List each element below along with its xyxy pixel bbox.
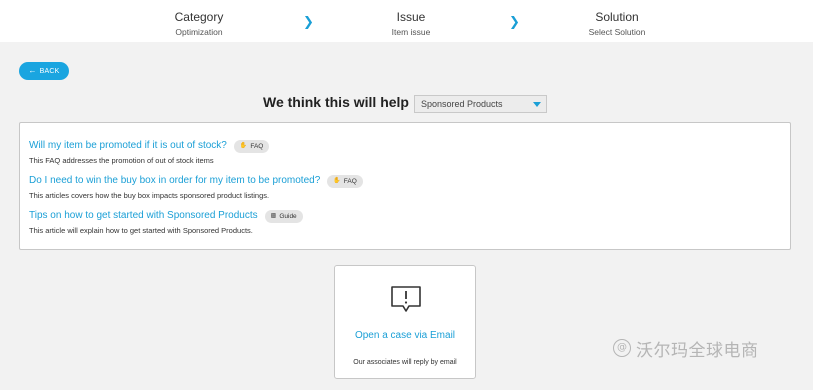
progress-stepper: Category Optimization ❯ Issue Item issue…	[0, 0, 813, 42]
step-title: Solution	[595, 10, 639, 24]
thumbs-icon: ✋	[239, 142, 248, 149]
article-description: This articles covers how the buy box imp…	[29, 191, 270, 200]
guide-icon: ▩	[270, 212, 277, 219]
step-subtitle: Optimization	[175, 27, 223, 37]
arrow-left-icon: ←	[28, 66, 37, 75]
watermark-logo-icon: @	[613, 339, 631, 357]
article-link[interactable]: Tips on how to get started with Sponsore…	[29, 209, 258, 223]
step-subtitle: Item issue	[391, 27, 431, 37]
list-item: Do I need to win the buy box in order fo…	[29, 173, 363, 201]
guide-badge: ▩ Guide	[264, 209, 303, 223]
chevron-right-icon: ❯	[509, 14, 520, 29]
step-title: Category	[174, 10, 224, 24]
chevron-right-icon: ❯	[303, 14, 314, 29]
product-select-value: Sponsored Products	[421, 99, 503, 109]
step-subtitle: Select Solution	[588, 27, 646, 37]
badge-label: FAQ	[250, 142, 264, 150]
step-title: Issue	[396, 10, 426, 24]
watermark: @ 沃尔玛全球电商	[613, 335, 759, 361]
watermark-text: 沃尔玛全球电商	[636, 340, 759, 361]
card-title[interactable]: Open a case via Email	[335, 329, 475, 343]
article-description: This FAQ addresses the promotion of out …	[29, 156, 214, 165]
back-button-label: BACK	[39, 68, 60, 75]
back-button[interactable]: ← BACK	[19, 62, 69, 80]
article-link[interactable]: Do I need to win the buy box in order fo…	[29, 174, 320, 188]
step-category: Category Optimization	[129, 10, 269, 38]
suggested-articles-panel: Will my item be promoted if it is out of…	[19, 122, 791, 250]
step-solution: Solution Select Solution	[547, 10, 687, 38]
caret-down-icon	[533, 102, 541, 107]
faq-badge: ✋ FAQ	[327, 174, 363, 188]
faq-badge: ✋ FAQ	[233, 139, 270, 153]
thumbs-icon: ✋	[333, 177, 341, 184]
open-case-email-card[interactable]: Open a case via Email Our associates wil…	[334, 265, 476, 379]
list-item: Will my item be promoted if it is out of…	[29, 138, 270, 166]
article-link[interactable]: Will my item be promoted if it is out of…	[29, 139, 227, 153]
list-item: Tips on how to get started with Sponsore…	[29, 208, 303, 236]
badge-label: FAQ	[343, 177, 357, 185]
badge-label: Guide	[279, 212, 297, 220]
step-issue: Issue Item issue	[341, 10, 481, 38]
product-select[interactable]: Sponsored Products	[414, 95, 547, 113]
page-title: We think this will help	[263, 94, 409, 110]
card-subtitle: Our associates will reply by email	[353, 359, 457, 366]
alert-message-icon	[391, 286, 421, 312]
article-description: This article will explain how to get sta…	[29, 226, 253, 235]
